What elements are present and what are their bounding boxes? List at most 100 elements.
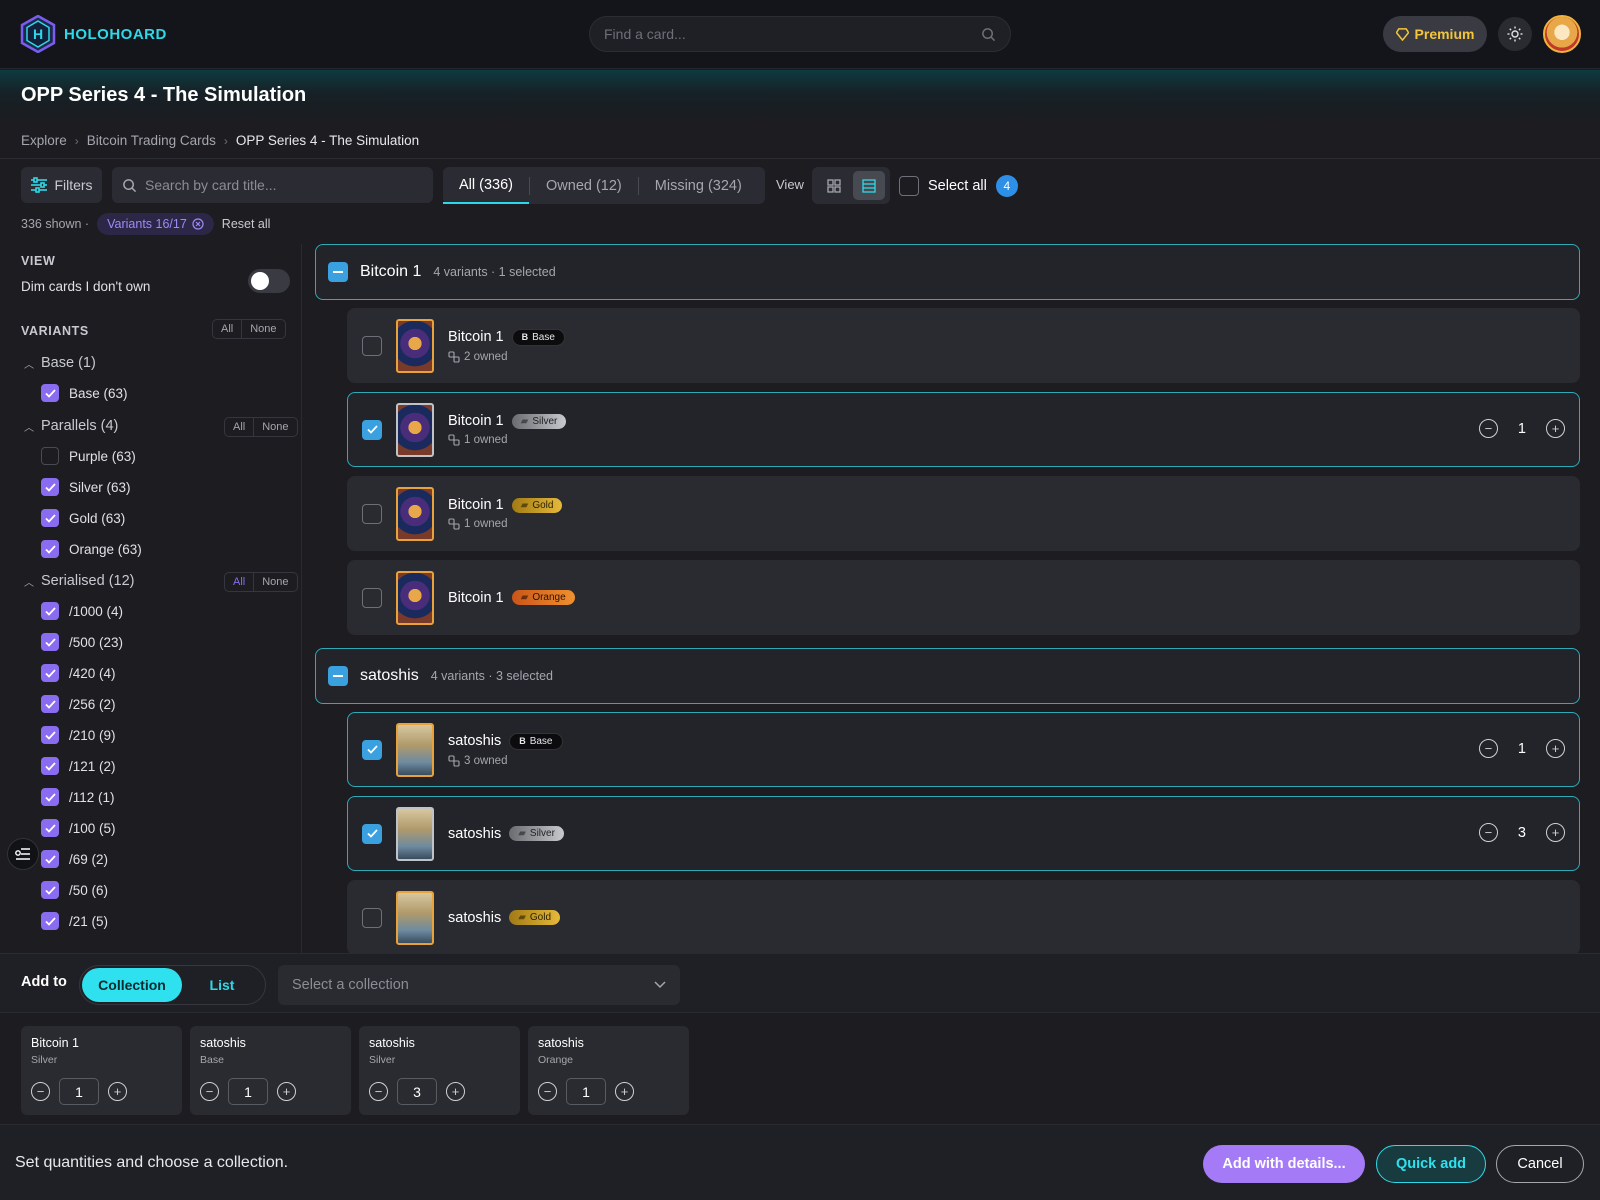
group-base[interactable]: ︿ Base (1): [24, 355, 96, 371]
minus-circle-icon[interactable]: −: [1478, 823, 1498, 842]
checkbox[interactable]: [41, 540, 59, 558]
card-variant-row[interactable]: Bitcoin 1 B Base 2 owned: [347, 308, 1580, 383]
tab-owned[interactable]: Owned (12): [530, 167, 638, 204]
plus-circle-icon[interactable]: +: [1546, 823, 1565, 842]
card-group-header[interactable]: satoshis 4 variants · 3 selected: [315, 648, 1580, 704]
plus-circle-icon[interactable]: +: [1546, 739, 1565, 758]
avatar[interactable]: [1543, 15, 1581, 53]
variant-option-serial[interactable]: /210 (9): [41, 726, 116, 744]
plus-circle-icon[interactable]: +: [1546, 419, 1565, 438]
filters-button[interactable]: Filters: [21, 167, 102, 203]
card-variant-row[interactable]: satoshis ▰ Silver − 3 +: [347, 796, 1580, 871]
list-view-button[interactable]: [852, 171, 885, 200]
checkbox[interactable]: [41, 757, 59, 775]
cancel-button[interactable]: Cancel: [1496, 1145, 1584, 1183]
minus-circle-icon[interactable]: −: [1478, 739, 1498, 758]
variant-option-base[interactable]: Base (63): [41, 384, 128, 402]
variant-option-serial[interactable]: /420 (4): [41, 664, 116, 682]
checkbox[interactable]: [41, 788, 59, 806]
checkbox[interactable]: [41, 447, 59, 465]
minus-circle-icon[interactable]: −: [31, 1082, 50, 1101]
variants-none-button[interactable]: None: [242, 320, 284, 338]
card-variant-row[interactable]: satoshis B Base 3 owned −1 +: [347, 712, 1580, 787]
minus-circle-icon[interactable]: −: [200, 1082, 219, 1101]
breadcrumb-explore[interactable]: Explore: [21, 133, 67, 148]
checkbox[interactable]: [41, 726, 59, 744]
plus-circle-icon[interactable]: +: [277, 1082, 296, 1101]
variant-option-serial[interactable]: /256 (2): [41, 695, 116, 713]
group-parallels[interactable]: ︿ Parallels (4): [24, 418, 118, 434]
plus-circle-icon[interactable]: +: [615, 1082, 634, 1101]
variant-option-serial[interactable]: /21 (5): [41, 912, 108, 930]
tab-missing[interactable]: Missing (324): [639, 167, 758, 204]
checkbox[interactable]: [41, 384, 59, 402]
plus-circle-icon[interactable]: +: [108, 1082, 127, 1101]
logo[interactable]: H HOLOHOARD: [20, 15, 167, 53]
reset-all-link[interactable]: Reset all: [222, 217, 271, 231]
checkbox[interactable]: [41, 819, 59, 837]
card-variant-row[interactable]: satoshis ▰ Gold: [347, 880, 1580, 954]
select-all-checkbox[interactable]: [899, 176, 919, 196]
breadcrumb-bitcoin-trading-cards[interactable]: Bitcoin Trading Cards: [87, 133, 216, 148]
close-circle-icon[interactable]: [192, 218, 204, 230]
row-checkbox[interactable]: [362, 739, 382, 760]
card-variant-row[interactable]: Bitcoin 1 ▰ Silver 1 owned −1 +: [347, 392, 1580, 467]
row-checkbox[interactable]: [362, 587, 382, 608]
card-thumbnail[interactable]: [396, 570, 434, 625]
card-thumbnail[interactable]: [396, 318, 434, 373]
variant-option-serial[interactable]: /69 (2): [41, 850, 108, 868]
serialised-none-button[interactable]: None: [254, 573, 296, 591]
add-with-details-button[interactable]: Add with details...: [1203, 1145, 1365, 1183]
card-thumbnail[interactable]: [396, 722, 434, 777]
variant-option-serial[interactable]: /121 (2): [41, 757, 116, 775]
quantity-input[interactable]: 1: [59, 1078, 99, 1105]
floating-filter-button[interactable]: [7, 838, 39, 870]
select-all[interactable]: Select all 4: [899, 175, 1018, 197]
premium-button[interactable]: Premium: [1383, 16, 1487, 52]
checkbox[interactable]: [41, 633, 59, 651]
variant-option-gold[interactable]: Gold (63): [41, 509, 125, 527]
minus-circle-icon[interactable]: −: [369, 1082, 388, 1101]
group-partial-checkbox[interactable]: [328, 666, 348, 686]
row-checkbox[interactable]: [362, 823, 382, 844]
list-option[interactable]: List: [182, 968, 262, 1002]
variant-option-serial[interactable]: /112 (1): [41, 788, 115, 806]
card-search-input[interactable]: Search by card title...: [112, 167, 433, 203]
checkbox[interactable]: [41, 881, 59, 899]
card-thumbnail[interactable]: [396, 402, 434, 457]
card-variant-row[interactable]: Bitcoin 1 ▰ Orange: [347, 560, 1580, 635]
variant-option-serial[interactable]: /500 (23): [41, 633, 123, 651]
row-checkbox[interactable]: [362, 335, 382, 356]
collection-select[interactable]: Select a collection: [278, 965, 680, 1005]
theme-toggle-button[interactable]: [1498, 17, 1532, 51]
variant-option-orange[interactable]: Orange (63): [41, 540, 142, 558]
variant-option-serial[interactable]: /50 (6): [41, 881, 108, 899]
card-variant-row[interactable]: Bitcoin 1 ▰ Gold 1 owned: [347, 476, 1580, 551]
row-checkbox[interactable]: [362, 503, 382, 524]
quantity-input[interactable]: 3: [397, 1078, 437, 1105]
global-search-input[interactable]: Find a card...: [589, 16, 1011, 52]
group-partial-checkbox[interactable]: [328, 262, 348, 282]
variants-filter-chip[interactable]: Variants 16/17: [97, 213, 214, 235]
minus-circle-icon[interactable]: −: [538, 1082, 557, 1101]
row-checkbox[interactable]: [362, 907, 382, 928]
tab-all[interactable]: All (336): [443, 167, 529, 204]
variants-all-button[interactable]: All: [213, 320, 241, 338]
quantity-input[interactable]: 1: [228, 1078, 268, 1105]
checkbox[interactable]: [41, 509, 59, 527]
dim-cards-toggle[interactable]: [248, 269, 290, 293]
card-thumbnail[interactable]: [396, 806, 434, 861]
checkbox[interactable]: [41, 602, 59, 620]
group-serialised[interactable]: ︿ Serialised (12): [24, 573, 135, 589]
minus-circle-icon[interactable]: −: [1478, 419, 1498, 438]
card-thumbnail[interactable]: [396, 486, 434, 541]
variant-option-serial[interactable]: /100 (5): [41, 819, 116, 837]
variant-option-purple[interactable]: Purple (63): [41, 447, 136, 465]
grid-view-button[interactable]: [818, 171, 850, 200]
collection-option[interactable]: Collection: [82, 968, 182, 1002]
quantity-input[interactable]: 1: [566, 1078, 606, 1105]
checkbox[interactable]: [41, 850, 59, 868]
checkbox[interactable]: [41, 478, 59, 496]
row-checkbox[interactable]: [362, 419, 382, 440]
checkbox[interactable]: [41, 912, 59, 930]
